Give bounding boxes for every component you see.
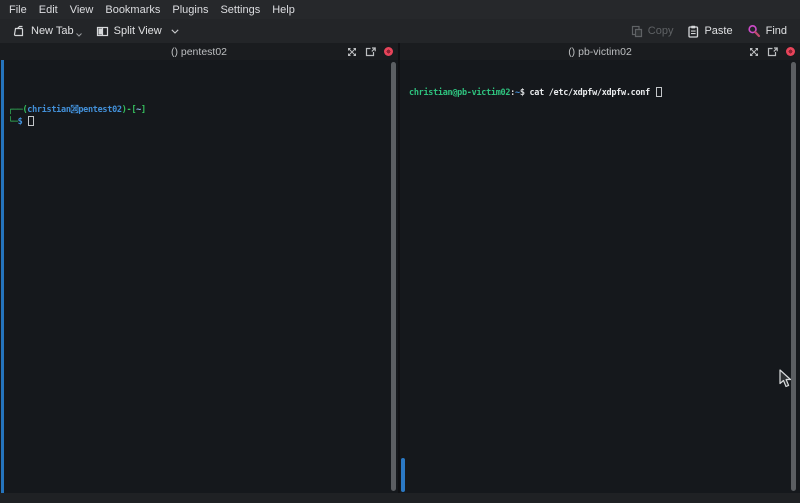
toolbar: New Tab Split View Copy bbox=[0, 19, 800, 43]
copy-button[interactable]: Copy bbox=[626, 23, 679, 40]
menu-plugins[interactable]: Plugins bbox=[166, 4, 214, 16]
chevron-down-icon bbox=[76, 33, 82, 37]
menu-file[interactable]: File bbox=[3, 4, 33, 16]
split-left-title: () pentest02 bbox=[171, 46, 227, 58]
terminal-left-content: ┌──(christian㉉pentest02)-[~]└─$ bbox=[0, 96, 398, 128]
maximize-view-icon[interactable] bbox=[347, 47, 357, 57]
find-label: Find bbox=[766, 25, 787, 37]
focus-accent-line bbox=[1, 60, 4, 493]
maximize-view-icon[interactable] bbox=[749, 47, 759, 57]
menu-bookmarks[interactable]: Bookmarks bbox=[99, 4, 166, 16]
konsole-window: File Edit View Bookmarks Plugins Setting… bbox=[0, 0, 800, 503]
terminal-right[interactable]: christian@pb-victim02:~$ cat /etc/xdpfw/… bbox=[400, 60, 800, 493]
terminal-right-content: christian@pb-victim02:~$ cat /etc/xdpfw/… bbox=[400, 84, 800, 99]
split-left: () pentest02 bbox=[0, 43, 398, 493]
close-view-icon[interactable] bbox=[786, 47, 795, 56]
split-right: () pb-victim02 bbox=[400, 43, 800, 493]
split-view-icon bbox=[96, 25, 109, 38]
splits-container: () pentest02 bbox=[0, 43, 800, 503]
search-icon bbox=[747, 24, 761, 38]
chevron-down-icon bbox=[171, 29, 179, 34]
detach-view-icon[interactable] bbox=[767, 47, 778, 57]
paste-icon bbox=[687, 25, 699, 38]
copy-label: Copy bbox=[648, 25, 674, 37]
scrollbar-right-pane[interactable] bbox=[791, 62, 796, 491]
paste-label: Paste bbox=[704, 25, 732, 37]
scrollbar-left-pane[interactable] bbox=[391, 62, 396, 491]
new-tab-icon bbox=[13, 25, 26, 38]
menu-edit[interactable]: Edit bbox=[33, 4, 64, 16]
new-tab-button[interactable]: New Tab bbox=[8, 23, 87, 40]
text-cursor bbox=[656, 87, 662, 97]
copy-icon bbox=[631, 25, 643, 38]
split-right-title: () pb-victim02 bbox=[568, 46, 632, 58]
split-view-label: Split View bbox=[114, 25, 162, 37]
paste-button[interactable]: Paste bbox=[682, 23, 737, 40]
split-right-actions bbox=[749, 43, 795, 60]
menu-settings[interactable]: Settings bbox=[214, 4, 266, 16]
scroll-accent-bar bbox=[401, 458, 405, 492]
text-cursor bbox=[28, 116, 34, 126]
split-left-header[interactable]: () pentest02 bbox=[0, 43, 398, 60]
terminal-left[interactable]: ┌──(christian㉉pentest02)-[~]└─$ bbox=[0, 60, 398, 493]
close-view-icon[interactable] bbox=[384, 47, 393, 56]
menu-help[interactable]: Help bbox=[266, 4, 301, 16]
split-view-button[interactable]: Split View bbox=[91, 23, 184, 40]
menu-view[interactable]: View bbox=[64, 4, 100, 16]
menubar: File Edit View Bookmarks Plugins Setting… bbox=[0, 0, 800, 19]
window-bottom-edge bbox=[0, 493, 800, 503]
new-tab-label: New Tab bbox=[31, 25, 74, 37]
split-right-header[interactable]: () pb-victim02 bbox=[400, 43, 800, 60]
find-button[interactable]: Find bbox=[742, 22, 792, 40]
detach-view-icon[interactable] bbox=[365, 47, 376, 57]
split-left-actions bbox=[347, 43, 393, 60]
